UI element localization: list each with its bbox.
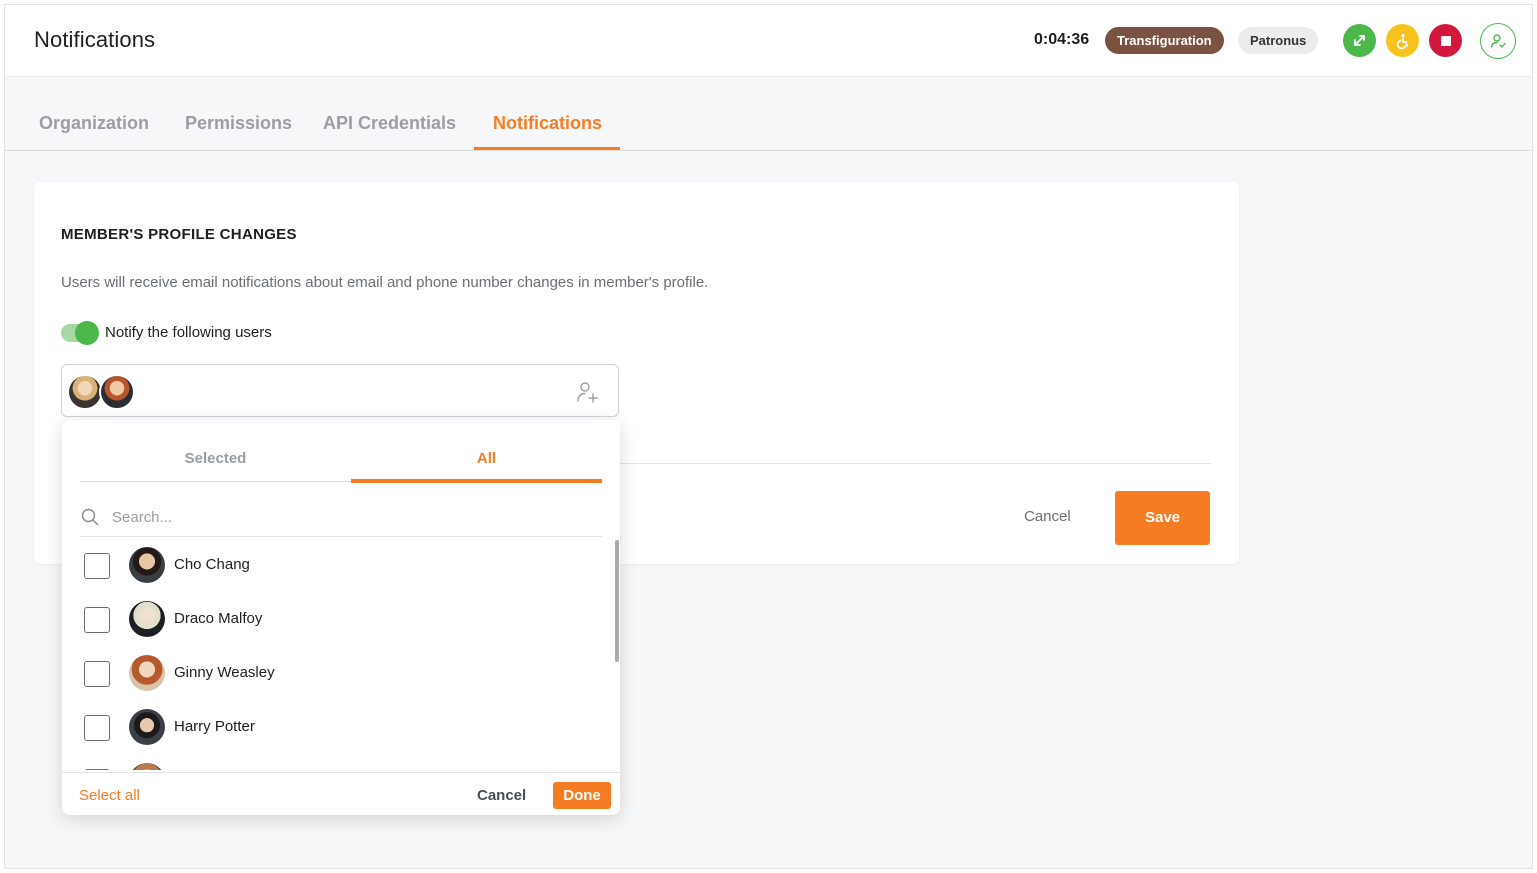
user-checkbox[interactable] — [84, 661, 110, 687]
settings-tabs: Organization Permissions API Credentials… — [5, 77, 1532, 151]
cancel-button[interactable]: Cancel — [1024, 508, 1071, 525]
list-item[interactable]: Ginny Weasley — [62, 646, 602, 700]
notify-users-toggle[interactable] — [61, 321, 99, 345]
user-name: Harry Potter — [174, 718, 255, 735]
avatar — [99, 374, 135, 410]
tab-notifications[interactable]: Notifications — [493, 113, 602, 134]
user-checkbox[interactable] — [84, 553, 110, 579]
top-header: Notifications 0:04:36 Transfiguration Pa… — [5, 5, 1532, 77]
scrollbar-thumb[interactable] — [615, 540, 619, 662]
user-checkbox[interactable] — [84, 607, 110, 633]
user-name: Ginny Weasley — [174, 664, 275, 681]
user-checkbox[interactable] — [84, 769, 110, 770]
tab-permissions[interactable]: Permissions — [185, 113, 292, 134]
select-all-link[interactable]: Select all — [79, 787, 140, 804]
transfer-icon — [1353, 34, 1365, 46]
avatar — [67, 374, 103, 410]
accessibility-icon — [1396, 33, 1408, 49]
page-title: Notifications — [34, 27, 156, 52]
dropdown-footer: Select all Cancel Done — [62, 772, 620, 815]
tab-all[interactable]: All — [351, 450, 620, 467]
search-box — [80, 505, 602, 537]
stop-icon — [1440, 35, 1451, 46]
list-item[interactable]: Harry Potter — [62, 700, 602, 754]
avatar — [129, 709, 165, 745]
user-select-dropdown: Selected All Cho Chang Draco Malfoy — [62, 420, 620, 815]
done-button[interactable]: Done — [553, 782, 611, 809]
tab-selected[interactable]: Selected — [80, 450, 351, 467]
spell-tag-badge[interactable]: Patronus — [1238, 27, 1319, 54]
user-list: Cho Chang Draco Malfoy Ginny Weasley Har… — [62, 538, 620, 770]
avatar — [129, 763, 165, 770]
active-tab-indicator — [474, 147, 620, 150]
user-name: Cho Chang — [174, 556, 250, 573]
list-item[interactable]: Cho Chang — [62, 538, 602, 592]
user-checkbox[interactable] — [84, 715, 110, 741]
add-user-icon[interactable] — [576, 380, 600, 404]
active-tab-indicator — [351, 479, 602, 483]
search-input[interactable] — [112, 505, 592, 529]
toggle-knob — [75, 321, 99, 345]
stop-button[interactable] — [1429, 24, 1462, 57]
tab-organization[interactable]: Organization — [39, 113, 149, 134]
toggle-label: Notify the following users — [105, 324, 272, 341]
avatar — [129, 601, 165, 637]
session-timer: 0:04:36 — [1034, 31, 1090, 48]
section-description: Users will receive email notifications a… — [61, 274, 709, 291]
user-name: Draco Malfoy — [174, 610, 263, 627]
list-item[interactable] — [62, 754, 602, 770]
tab-api-credentials[interactable]: API Credentials — [323, 113, 456, 134]
user-profile-button[interactable] — [1480, 23, 1516, 59]
save-button[interactable]: Save — [1115, 491, 1210, 545]
course-tag-badge[interactable]: Transfiguration — [1105, 27, 1224, 54]
user-check-icon — [1490, 34, 1506, 48]
app-window: Notifications 0:04:36 Transfiguration Pa… — [4, 4, 1533, 869]
avatar — [129, 547, 165, 583]
transfer-button[interactable] — [1343, 24, 1376, 57]
list-item[interactable]: Draco Malfoy — [62, 592, 602, 646]
section-title: MEMBER'S PROFILE CHANGES — [61, 226, 297, 243]
avatar — [129, 655, 165, 691]
dropdown-cancel-button[interactable]: Cancel — [477, 787, 526, 804]
accessibility-button[interactable] — [1386, 24, 1419, 57]
search-icon — [81, 508, 99, 526]
divider — [619, 463, 1211, 464]
user-picker-field[interactable] — [61, 364, 619, 417]
